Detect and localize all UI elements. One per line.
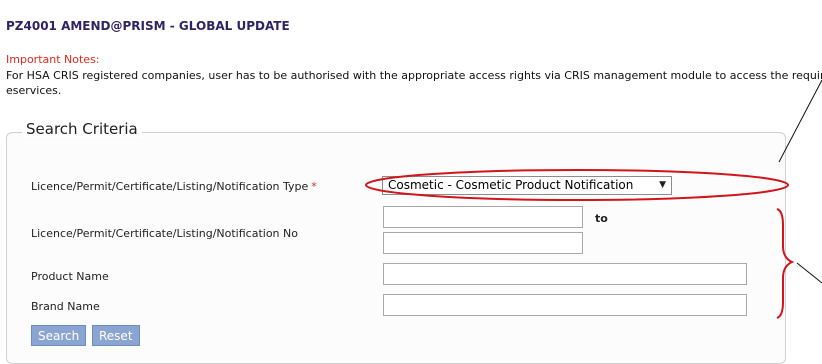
annotation-overlay	[365, 79, 822, 319]
annotation-ellipse	[365, 169, 789, 201]
annotation-line-top	[778, 79, 822, 163]
annotation-bracket	[776, 208, 795, 319]
annotation-line-bottom	[796, 262, 822, 284]
